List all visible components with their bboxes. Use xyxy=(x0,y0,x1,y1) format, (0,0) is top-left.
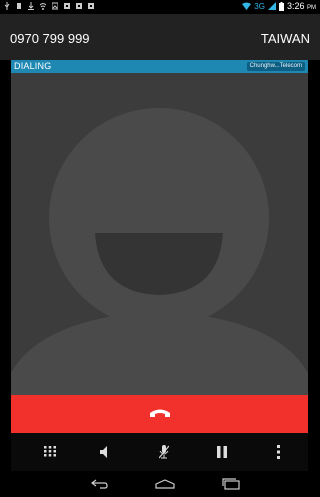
notification-icons xyxy=(4,2,94,10)
usb-icon xyxy=(4,2,10,10)
dialpad-icon xyxy=(44,446,56,457)
recents-icon xyxy=(222,478,240,490)
back-icon xyxy=(91,479,108,489)
back-button[interactable] xyxy=(84,475,114,493)
gallery-icon xyxy=(52,2,58,10)
clock: 3:26 PM xyxy=(286,1,316,11)
storage-icon xyxy=(17,3,21,9)
screenshot-icon xyxy=(76,3,82,9)
home-icon xyxy=(155,479,175,489)
call-header: 0970 799 999 TAIWAN xyxy=(0,14,320,60)
dialpad-button[interactable] xyxy=(39,441,61,463)
carrier-label: Chunghw...Telecom xyxy=(246,62,305,71)
system-icons: 3G 3:26 PM xyxy=(242,1,316,11)
wifi-icon xyxy=(242,2,252,10)
battery-icon xyxy=(278,1,284,11)
phone-number: 0970 799 999 xyxy=(10,31,90,46)
screenshot-icon xyxy=(64,3,70,9)
hold-icon xyxy=(217,446,227,458)
speaker-button[interactable] xyxy=(94,441,116,463)
end-call-icon xyxy=(149,409,170,417)
mute-button[interactable] xyxy=(153,441,175,463)
speaker-icon xyxy=(100,446,107,458)
recents-button[interactable] xyxy=(216,475,246,493)
hold-button[interactable] xyxy=(211,441,233,463)
home-button[interactable] xyxy=(150,475,180,493)
call-state-bar: DIALING Chunghw...Telecom xyxy=(11,60,308,73)
download-icon xyxy=(28,2,34,10)
more-options-button[interactable] xyxy=(268,441,290,463)
clock-ampm: PM xyxy=(307,5,316,11)
mute-icon xyxy=(159,445,169,459)
end-call-button[interactable] xyxy=(11,395,308,433)
wifi-icon xyxy=(40,3,46,10)
more-icon xyxy=(277,445,280,459)
call-location: TAIWAN xyxy=(260,31,310,46)
default-avatar-icon xyxy=(11,108,308,395)
call-state-label: DIALING xyxy=(14,61,52,71)
status-bar: 3G 3:26 PM xyxy=(0,0,320,14)
contact-photo xyxy=(11,73,308,395)
network-type: 3G xyxy=(254,1,265,11)
screenshot-icon xyxy=(88,3,94,9)
in-call-controls xyxy=(11,433,308,471)
signal-icon xyxy=(267,2,276,10)
navigation-bar xyxy=(0,471,320,497)
